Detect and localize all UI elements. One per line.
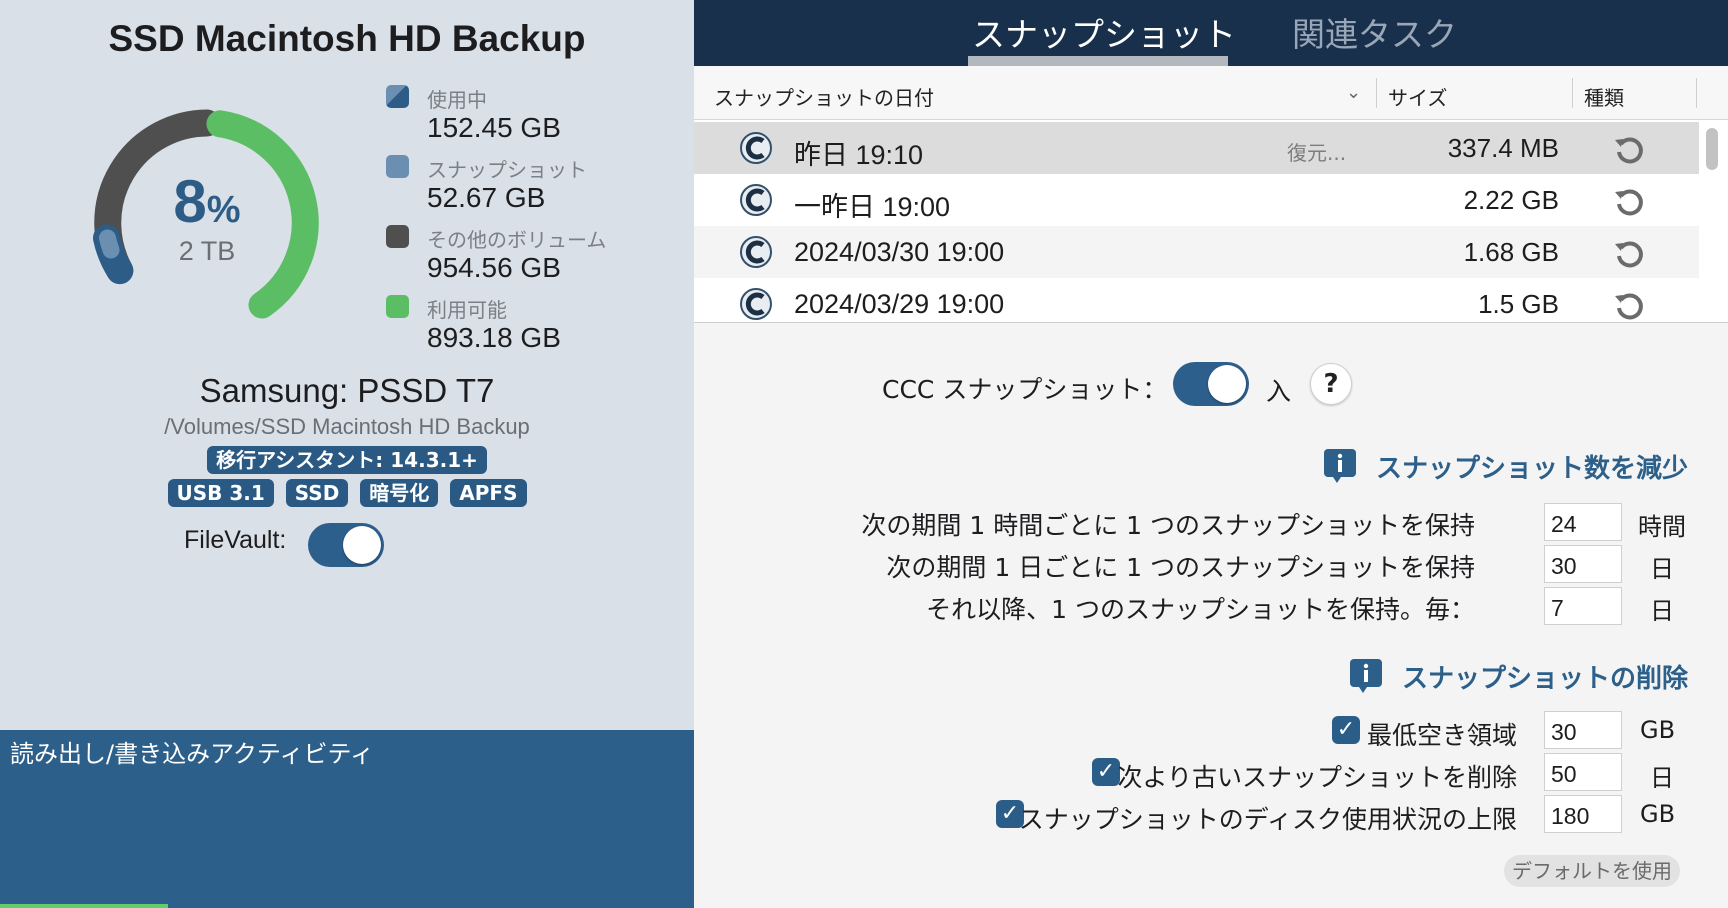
column-header-size[interactable]: サイズ (1388, 82, 1447, 111)
encrypted-badge: 暗号化 (360, 479, 439, 507)
info-icon[interactable] (1323, 448, 1357, 484)
usage-percent: 8% (173, 168, 241, 235)
ccc-snapshot-icon (740, 236, 772, 268)
retention-hourly-label: 次の期間 1 時間ごとに 1 つのスナップショットを保持 (861, 511, 1475, 540)
chevron-down-icon[interactable]: ⌄ (1346, 82, 1361, 103)
snapshot-date: 昨日 19:10 (794, 140, 924, 170)
retention-daily-input[interactable]: 30 (1544, 545, 1622, 583)
activity-indicator (0, 904, 168, 908)
table-row[interactable]: 2024/03/30 19:00 1.68 GB (694, 226, 1699, 278)
total-capacity: 2 TB (178, 236, 236, 266)
table-row[interactable]: 昨日 19:10 復元... 337.4 MB (694, 122, 1699, 174)
migration-badge-row: 移行アシスタント: 14.3.1+ (0, 446, 694, 474)
other-volumes-swatch-icon (386, 225, 409, 248)
activity-label: 読み出し/書き込みアクティビティ (10, 740, 375, 768)
info-icon[interactable] (1349, 658, 1383, 694)
mount-path: /Volumes/SSD Macintosh HD Backup (164, 414, 530, 439)
legend-value: 954.56 GB (427, 252, 561, 283)
delete-older-input[interactable]: 50 (1544, 753, 1622, 791)
unit-label: GB (1640, 716, 1676, 744)
column-divider[interactable] (1696, 78, 1697, 108)
volume-title: SSD Macintosh HD Backup (108, 18, 586, 59)
use-defaults-button[interactable]: デフォルトを使用 (1504, 855, 1680, 887)
revert-icon[interactable] (1612, 236, 1646, 270)
snapshot-table-header: スナップショットの日付 ⌄ サイズ 種類 (694, 66, 1728, 120)
tab-snapshots[interactable]: スナップショット (972, 8, 1236, 56)
ssd-badge: SSD (285, 479, 349, 507)
toggle-knob (1208, 365, 1246, 403)
legend-value: 152.45 GB (427, 112, 561, 143)
column-divider[interactable] (1572, 78, 1573, 108)
column-header-type[interactable]: 種類 (1584, 82, 1624, 111)
restore-button[interactable]: 復元... (1287, 137, 1346, 166)
ccc-snapshot-icon (740, 288, 772, 320)
ccc-snapshot-toggle[interactable] (1173, 362, 1249, 406)
available-swatch-icon (386, 295, 409, 318)
retention-daily-label: 次の期間 1 日ごとに 1 つのスナップショットを保持 (886, 553, 1475, 582)
gauge-center: 8% 2 TB (80, 96, 334, 350)
revert-icon[interactable] (1612, 184, 1646, 218)
retention-hourly-input[interactable]: 24 (1544, 503, 1622, 541)
unit-label: GB (1640, 800, 1676, 828)
legend-value: 52.67 GB (427, 182, 546, 213)
min-free-space-input[interactable]: 30 (1544, 711, 1622, 749)
column-header-date[interactable]: スナップショットの日付 (714, 82, 934, 111)
device-name: Samsung: PSSD T7 (199, 372, 495, 409)
apfs-badge: APFS (450, 479, 527, 507)
snapshot-size: 337.4 MB (1447, 133, 1559, 163)
toggle-knob (343, 526, 381, 564)
snapshot-table: 昨日 19:10 復元... 337.4 MB 一昨日 19:00 2.22 G… (694, 120, 1728, 323)
min-free-space-label: 最低空き領域 (1366, 721, 1517, 750)
snapshot-swatch-icon (386, 155, 409, 178)
retention-after-label: それ以降、1 つのスナップショットを保持。毎： (926, 595, 1475, 624)
unit-label: 日 (1650, 597, 1674, 625)
delete-older-label: 次より古いスナップショットを削除 (1117, 763, 1517, 792)
snapshot-date: 2024/03/30 19:00 (794, 237, 1005, 267)
feature-badges: USB 3.1 SSD 暗号化 APFS (0, 479, 694, 507)
filevault-toggle[interactable] (308, 523, 384, 567)
filevault-label: FileVault: (184, 526, 287, 554)
disk-usage-limit-input[interactable]: 180 (1544, 795, 1622, 833)
unit-label: 日 (1650, 555, 1674, 583)
ccc-snapshot-state: 入 (1266, 377, 1292, 406)
legend-value: 893.18 GB (427, 322, 561, 353)
revert-icon[interactable] (1612, 288, 1646, 322)
reduce-snapshots-heading: スナップショット数を減少 (1376, 454, 1689, 484)
legend-label: 使用中 (427, 88, 487, 112)
legend-label: 利用可能 (427, 298, 507, 322)
ccc-snapshot-icon (740, 184, 772, 216)
snapshot-size: 1.5 GB (1478, 289, 1559, 319)
read-write-activity-graph: 読み出し/書き込みアクティビティ (0, 730, 694, 908)
min-free-space-checkbox[interactable]: ✓ (1332, 716, 1360, 744)
tab-bar: スナップショット 関連タスク (694, 0, 1728, 66)
unit-label: 時間 (1638, 513, 1686, 541)
revert-icon[interactable] (1612, 132, 1646, 166)
snapshot-date: 一昨日 19:00 (794, 192, 951, 222)
unit-label: 日 (1650, 764, 1674, 792)
help-button[interactable]: ? (1310, 363, 1352, 405)
tab-related-tasks[interactable]: 関連タスク (1292, 8, 1457, 56)
used-swatch-icon (386, 85, 409, 108)
table-row[interactable]: 一昨日 19:00 2.22 GB (694, 174, 1699, 226)
legend-label: その他のボリューム (427, 228, 607, 252)
legend-label: スナップショット (427, 158, 587, 182)
snapshot-size: 2.22 GB (1463, 185, 1559, 215)
snapshot-date: 2024/03/29 19:00 (794, 289, 1005, 319)
delete-older-checkbox[interactable]: ✓ (1092, 758, 1120, 786)
table-row[interactable]: 2024/03/29 19:00 1.5 GB (694, 278, 1699, 322)
volume-panel: SSD Macintosh HD Backup 8% 2 TB 使用中 152.… (0, 0, 694, 908)
retention-after-input[interactable]: 7 (1544, 587, 1622, 625)
disk-usage-limit-label: スナップショットのディスク使用状況の上限 (1018, 805, 1517, 834)
delete-snapshots-heading: スナップショットの削除 (1402, 664, 1689, 694)
usb-badge: USB 3.1 (167, 479, 274, 507)
snapshot-size: 1.68 GB (1463, 237, 1559, 267)
table-scrollbar[interactable] (1706, 128, 1718, 170)
migration-assistant-badge: 移行アシスタント: 14.3.1+ (207, 446, 487, 474)
column-divider[interactable] (1376, 78, 1377, 108)
active-tab-indicator (968, 56, 1228, 66)
ccc-snapshot-icon (740, 132, 772, 164)
ccc-snapshot-label: CCC スナップショット： (882, 375, 1168, 404)
